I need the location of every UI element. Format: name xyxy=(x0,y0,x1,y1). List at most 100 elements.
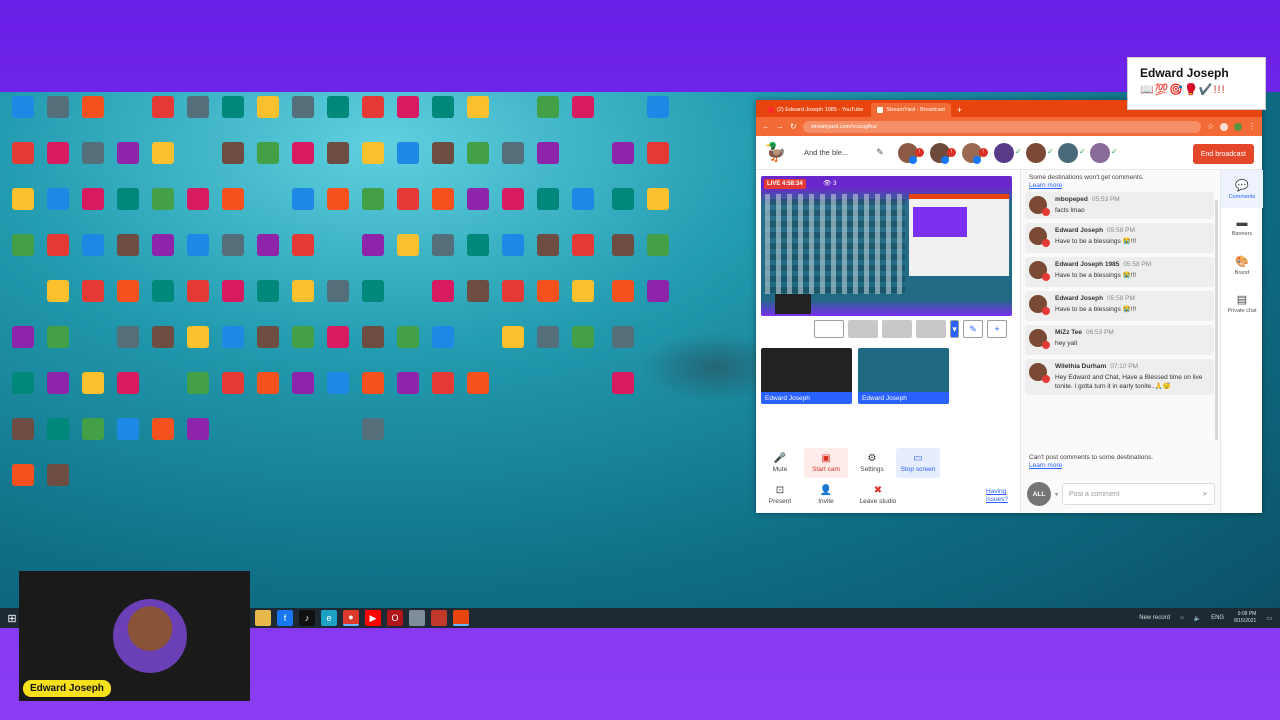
desktop-icon[interactable] xyxy=(250,280,286,302)
desktop-icon[interactable] xyxy=(250,326,286,348)
desktop-icon[interactable] xyxy=(425,326,461,348)
desktop-icon[interactable] xyxy=(215,96,251,118)
desktop-icon[interactable] xyxy=(5,142,41,164)
desktop-icon[interactable] xyxy=(320,96,356,118)
forward-icon[interactable]: → xyxy=(776,122,784,131)
desktop-icon[interactable] xyxy=(285,96,321,118)
desktop-icon[interactable] xyxy=(110,234,146,256)
desktop-icon[interactable] xyxy=(75,234,111,256)
source-camera[interactable]: Edward Joseph xyxy=(761,348,852,404)
leave-studio-button[interactable]: ✖ Leave studio xyxy=(850,480,906,510)
chat-message[interactable]: mbopeped 05:53 PM facts lmao xyxy=(1025,192,1214,219)
desktop-icon[interactable] xyxy=(250,96,286,118)
tiktok-icon[interactable]: ♪ xyxy=(299,610,315,626)
layout-solo-button[interactable] xyxy=(814,320,844,338)
desktop-icon[interactable] xyxy=(5,372,41,394)
opera-icon[interactable]: O xyxy=(387,610,403,626)
desktop-icon[interactable] xyxy=(530,96,566,118)
language-label[interactable]: ENG xyxy=(1211,615,1224,621)
desktop-icon[interactable] xyxy=(390,326,426,348)
desktop-icon[interactable] xyxy=(640,234,676,256)
menu-dots-icon[interactable]: ⋮ xyxy=(1248,122,1256,131)
sidebar-item-brand[interactable]: 🎨 Brand xyxy=(1221,246,1263,284)
desktop-icon[interactable] xyxy=(5,418,41,440)
desktop-icon[interactable] xyxy=(40,418,76,440)
layout-split-button[interactable] xyxy=(882,320,912,338)
desktop-icon[interactable] xyxy=(285,326,321,348)
desktop-icon[interactable] xyxy=(75,142,111,164)
source-screen[interactable]: Edward Joseph xyxy=(858,348,949,404)
desktop-icon[interactable] xyxy=(145,280,181,302)
url-field[interactable]: streamyard.com/rcxzugfhu/ xyxy=(802,120,1201,133)
desktop-icon[interactable] xyxy=(390,188,426,210)
desktop-icon[interactable] xyxy=(460,142,496,164)
desktop-icon[interactable] xyxy=(355,418,391,440)
streamyard-taskbar-icon[interactable] xyxy=(453,610,469,626)
present-button[interactable]: ⊡ Present xyxy=(758,480,802,510)
comment-input[interactable]: Post a comment ➤ xyxy=(1062,483,1215,505)
desktop-icon[interactable] xyxy=(355,280,391,302)
clock[interactable]: 9:08 PM 8/15/2021 xyxy=(1234,611,1256,625)
having-issues-link[interactable]: Having issues? xyxy=(986,488,1016,504)
destination-avatar[interactable]: ✓ xyxy=(993,142,1022,163)
desktop-icon[interactable] xyxy=(40,464,76,486)
desktop-icon[interactable] xyxy=(145,234,181,256)
tab-youtube[interactable]: (2) Edward Joseph 1985 - YouTube xyxy=(762,103,869,117)
desktop-icon[interactable] xyxy=(75,280,111,302)
stop-screen-button[interactable]: ▭ Stop screen xyxy=(896,448,940,478)
desktop-icon[interactable] xyxy=(250,234,286,256)
desktop-icon[interactable] xyxy=(355,326,391,348)
desktop-icon[interactable] xyxy=(605,142,641,164)
desktop-icon[interactable] xyxy=(180,418,216,440)
desktop-icon[interactable] xyxy=(215,188,251,210)
desktop-icon[interactable] xyxy=(285,234,321,256)
desktop-icon[interactable] xyxy=(565,96,601,118)
desktop-icon[interactable] xyxy=(530,188,566,210)
desktop-icon[interactable] xyxy=(565,188,601,210)
desktop-icon[interactable] xyxy=(495,188,531,210)
desktop-icon[interactable] xyxy=(145,142,181,164)
desktop-icon[interactable] xyxy=(495,234,531,256)
desktop-icon[interactable] xyxy=(565,280,601,302)
add-layout-icon[interactable]: + xyxy=(987,320,1007,338)
desktop-icon[interactable] xyxy=(640,142,676,164)
mute-button[interactable]: 🎤 Mute xyxy=(758,448,802,478)
chat-message[interactable]: Wilethia Durham 07:10 PM Hey Edward and Ch… xyxy=(1025,359,1214,395)
sidebar-item-private-chat[interactable]: ▤ Private chat xyxy=(1221,284,1263,322)
send-icon[interactable]: ➤ xyxy=(1202,490,1208,498)
chat-scrollbar[interactable] xyxy=(1215,200,1218,440)
desktop-icon[interactable] xyxy=(250,142,286,164)
settings-button[interactable]: ⚙ Settings xyxy=(850,448,894,478)
desktop-icon[interactable] xyxy=(180,96,216,118)
desktop-icon[interactable] xyxy=(110,142,146,164)
layout-group-button[interactable] xyxy=(848,320,878,338)
desktop-icon[interactable] xyxy=(145,188,181,210)
edit-layout-icon[interactable]: ✎ xyxy=(963,320,983,338)
destination-avatar[interactable]: ✓ xyxy=(1089,142,1118,163)
desktop-icon[interactable] xyxy=(425,372,461,394)
desktop-icon[interactable] xyxy=(5,188,41,210)
file-explorer-icon[interactable] xyxy=(255,610,271,626)
desktop-icon[interactable] xyxy=(530,142,566,164)
desktop-icon[interactable] xyxy=(110,418,146,440)
volume-icon[interactable]: 🔈 xyxy=(1194,615,1201,622)
start-cam-button[interactable]: ▣ Start cam xyxy=(804,448,848,478)
desktop-icon[interactable] xyxy=(495,142,531,164)
desktop-icon[interactable] xyxy=(390,372,426,394)
desktop-icon[interactable] xyxy=(180,326,216,348)
desktop-icon[interactable] xyxy=(320,372,356,394)
chevron-down-icon[interactable]: ▾ xyxy=(1055,491,1058,498)
desktop-icon[interactable] xyxy=(530,326,566,348)
layout-screen-button[interactable] xyxy=(916,320,946,338)
new-tab-button[interactable]: + xyxy=(953,103,966,117)
desktop-icon[interactable] xyxy=(530,280,566,302)
desktop-icon[interactable] xyxy=(565,326,601,348)
desktop-icon[interactable] xyxy=(40,188,76,210)
desktop-icon[interactable] xyxy=(110,280,146,302)
destination-avatar[interactable]: ! xyxy=(961,142,988,164)
notification-icon[interactable]: ▭ xyxy=(1266,615,1272,622)
learn-more-link[interactable]: Learn more xyxy=(1029,462,1062,469)
desktop-icon[interactable] xyxy=(320,188,356,210)
desktop-icon[interactable] xyxy=(5,464,41,486)
desktop-icon[interactable] xyxy=(285,372,321,394)
